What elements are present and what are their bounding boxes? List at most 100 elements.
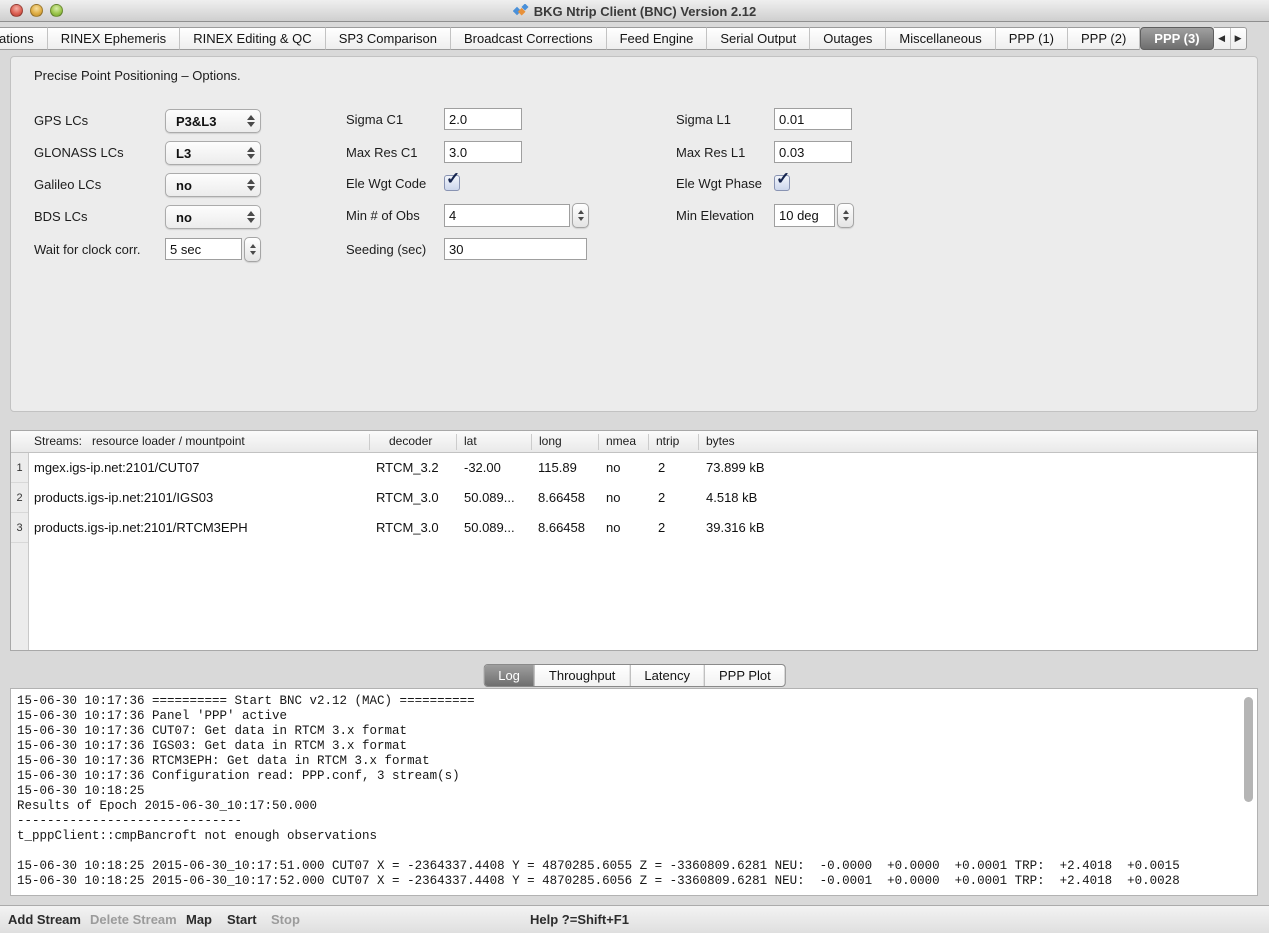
log-panel: 15-06-30 10:17:36 ========== Start BNC v…: [10, 688, 1258, 896]
gps-lcs-dropdown[interactable]: P3&L3: [165, 109, 261, 133]
header-nmea: nmea: [606, 431, 636, 452]
max-res-l1-input[interactable]: [774, 141, 852, 163]
add-stream-button[interactable]: Add Stream: [8, 906, 81, 933]
log-text: 15-06-30 10:17:36 ========== Start BNC v…: [17, 694, 1247, 890]
cell-long: 115.89: [538, 453, 577, 483]
tab-outages[interactable]: Outages: [810, 27, 886, 50]
header-ntrip: ntrip: [656, 431, 679, 452]
max-res-c1-input[interactable]: [444, 141, 522, 163]
cell-long: 8.66458: [538, 483, 585, 513]
tab-sp3-comparison[interactable]: SP3 Comparison: [326, 27, 451, 50]
tab-rinex-ephemeris[interactable]: RINEX Ephemeris: [48, 27, 180, 50]
popup-updown-icon: [244, 147, 260, 159]
tab-rinex-editing-qc[interactable]: RINEX Editing & QC: [180, 27, 326, 50]
sigma-c1-input[interactable]: [444, 108, 522, 130]
popup-updown-icon: [244, 179, 260, 191]
cell-long: 8.66458: [538, 513, 585, 543]
glonass-lcs-label: GLONASS LCs: [34, 141, 124, 165]
view-tab-throughput[interactable]: Throughput: [534, 665, 630, 686]
stop-button[interactable]: Stop: [271, 906, 300, 933]
help-label: Help ?=Shift+F1: [530, 906, 629, 933]
ppp3-options-panel: Precise Point Positioning – Options. GPS…: [10, 56, 1258, 412]
tab-feed-engine[interactable]: Feed Engine: [607, 27, 708, 50]
cell-lat: 50.089...: [464, 483, 515, 513]
gps-lcs-label: GPS LCs: [34, 109, 88, 133]
tab-serial-output[interactable]: Serial Output: [707, 27, 810, 50]
delete-stream-button[interactable]: Delete Stream: [90, 906, 177, 933]
popup-updown-icon: [244, 211, 260, 223]
cell-ntrip: 2: [658, 483, 665, 513]
bds-lcs-dropdown[interactable]: no: [165, 205, 261, 229]
cell-bytes: 4.518 kB: [706, 483, 757, 513]
bnc-logo-icon: [513, 4, 529, 18]
cell-lat: -32.00: [464, 453, 501, 483]
table-row[interactable]: mgex.igs-ip.net:2101/CUT07 RTCM_3.2 -32.…: [11, 453, 1257, 483]
cell-mountpoint: mgex.igs-ip.net:2101/CUT07: [34, 453, 199, 483]
seeding-input[interactable]: [444, 238, 587, 260]
tab-scroll-right-icon[interactable]: ▶: [1230, 28, 1246, 49]
tab-ppp-2[interactable]: PPP (2): [1068, 27, 1140, 50]
log-scrollbar[interactable]: [1244, 697, 1253, 802]
check-icon: ✓: [776, 170, 790, 188]
panel-heading: Precise Point Positioning – Options.: [34, 68, 241, 83]
cell-decoder: RTCM_3.0: [376, 513, 439, 543]
cell-lat: 50.089...: [464, 513, 515, 543]
sigma-l1-input[interactable]: [774, 108, 852, 130]
view-tab-ppp-plot[interactable]: PPP Plot: [704, 665, 785, 686]
min-elevation-input[interactable]: [774, 204, 835, 227]
cell-nmea: no: [606, 513, 620, 543]
view-tab-bar: Log Throughput Latency PPP Plot: [483, 664, 786, 687]
window-title: BKG Ntrip Client (BNC) Version 2.12: [534, 4, 756, 19]
table-row[interactable]: products.igs-ip.net:2101/IGS03 RTCM_3.0 …: [11, 483, 1257, 513]
wait-clock-label: Wait for clock corr.: [34, 238, 140, 262]
header-long: long: [539, 431, 562, 452]
check-icon: ✓: [446, 170, 460, 188]
glonass-lcs-dropdown[interactable]: L3: [165, 141, 261, 165]
view-tab-log[interactable]: Log: [484, 665, 534, 686]
start-button[interactable]: Start: [227, 906, 257, 933]
tab-miscellaneous[interactable]: Miscellaneous: [886, 27, 995, 50]
main-tab-bar: ations RINEX Ephemeris RINEX Editing & Q…: [0, 27, 1269, 50]
tab-ppp-1[interactable]: PPP (1): [996, 27, 1068, 50]
ele-wgt-phase-checkbox[interactable]: ✓: [774, 175, 790, 191]
cell-mountpoint: products.igs-ip.net:2101/IGS03: [34, 483, 213, 513]
wait-clock-input[interactable]: [165, 238, 242, 260]
cell-mountpoint: products.igs-ip.net:2101/RTCM3EPH: [34, 513, 248, 543]
cell-decoder: RTCM_3.2: [376, 453, 439, 483]
galileo-lcs-label: Galileo LCs: [34, 173, 101, 197]
streams-table-header: Streams: resource loader / mountpoint de…: [11, 431, 1257, 453]
title-bar: BKG Ntrip Client (BNC) Version 2.12: [0, 0, 1269, 22]
galileo-lcs-dropdown[interactable]: no: [165, 173, 261, 197]
wait-clock-stepper[interactable]: [244, 237, 261, 262]
cell-bytes: 39.316 kB: [706, 513, 765, 543]
map-button[interactable]: Map: [186, 906, 212, 933]
min-obs-input[interactable]: [444, 204, 570, 227]
header-lat: lat: [464, 431, 477, 452]
min-obs-label: Min # of Obs: [346, 204, 420, 228]
tab-scroll-left-icon[interactable]: ◀: [1214, 28, 1230, 49]
min-elevation-stepper[interactable]: [837, 203, 854, 228]
table-row[interactable]: products.igs-ip.net:2101/RTCM3EPH RTCM_3…: [11, 513, 1257, 543]
tab-stations[interactable]: ations: [0, 27, 48, 50]
cell-nmea: no: [606, 483, 620, 513]
min-obs-stepper[interactable]: [572, 203, 589, 228]
view-tab-latency[interactable]: Latency: [629, 665, 704, 686]
header-decoder: decoder: [389, 431, 432, 452]
cell-ntrip: 2: [658, 513, 665, 543]
seeding-label: Seeding (sec): [346, 238, 426, 262]
ele-wgt-code-label: Ele Wgt Code: [346, 172, 426, 196]
sigma-l1-label: Sigma L1: [676, 108, 731, 132]
cell-nmea: no: [606, 453, 620, 483]
max-res-c1-label: Max Res C1: [346, 141, 418, 165]
cell-ntrip: 2: [658, 453, 665, 483]
sigma-c1-label: Sigma C1: [346, 108, 403, 132]
ele-wgt-phase-label: Ele Wgt Phase: [676, 172, 762, 196]
tab-broadcast-corrections[interactable]: Broadcast Corrections: [451, 27, 607, 50]
tab-ppp-3[interactable]: PPP (3): [1140, 27, 1213, 50]
ele-wgt-code-checkbox[interactable]: ✓: [444, 175, 460, 191]
bds-lcs-label: BDS LCs: [34, 205, 87, 229]
max-res-l1-label: Max Res L1: [676, 141, 745, 165]
cell-bytes: 73.899 kB: [706, 453, 765, 483]
status-bar: Add Stream Delete Stream Map Start Stop …: [0, 905, 1269, 933]
header-bytes: bytes: [706, 431, 735, 452]
